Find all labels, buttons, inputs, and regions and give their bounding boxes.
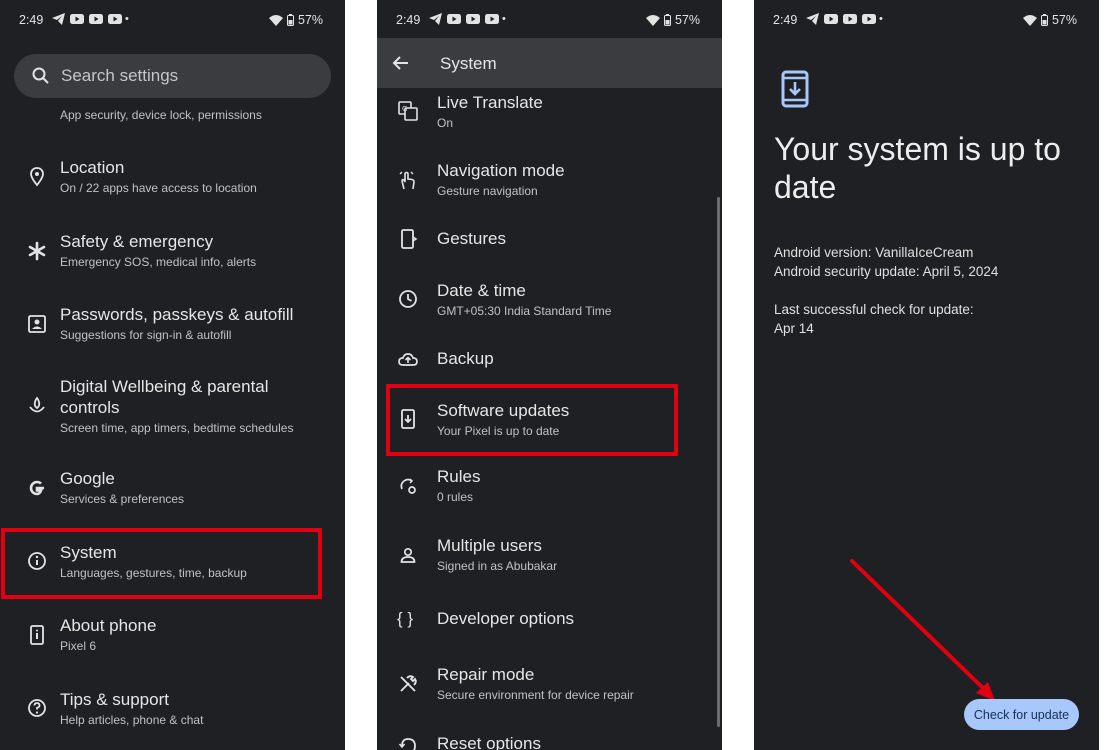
item-title: Rules <box>437 467 481 486</box>
gesture-hand-icon <box>399 171 415 190</box>
item-title: Live Translate <box>437 93 543 112</box>
app-bar: System <box>377 38 722 88</box>
item-title: Tips & support <box>60 690 169 709</box>
search-icon <box>32 67 49 84</box>
status-right: 57% <box>268 13 323 27</box>
item-subtitle: On / 22 apps have access to location <box>60 181 257 195</box>
asterisk-icon <box>28 241 46 261</box>
item-subtitle: Suggestions for sign-in & autofill <box>60 328 232 342</box>
item-subtitle: Secure environment for device repair <box>437 688 634 702</box>
item-subtitle: Emergency SOS, medical info, alerts <box>60 255 257 269</box>
software-update-screen: 2:49 • 57% Your system is up to date And… <box>754 0 1099 750</box>
scrollbar[interactable] <box>717 197 720 727</box>
search-placeholder: Search settings <box>61 66 179 85</box>
battery-percent: 57% <box>297 13 323 27</box>
item-subtitle: Screen time, app timers, bedtime schedul… <box>60 421 294 435</box>
youtube-icon <box>485 14 499 24</box>
item-subtitle: On <box>437 116 454 130</box>
svg-text:G: G <box>402 105 407 113</box>
item-subtitle: Pixel 6 <box>60 639 97 653</box>
item-subtitle: Services & preferences <box>60 492 185 506</box>
status-time: 2:49 <box>19 13 44 27</box>
cloud-upload-icon <box>398 353 418 366</box>
item-title-line2: controls <box>60 398 120 417</box>
wifi-icon <box>268 14 283 26</box>
history-icon <box>398 738 416 750</box>
phone-gesture-icon <box>401 229 418 249</box>
clock-icon <box>399 290 417 308</box>
location-pin-icon <box>30 167 44 187</box>
item-title: About phone <box>60 616 157 635</box>
page-title: System <box>440 54 497 73</box>
code-braces-icon: { } <box>397 609 414 628</box>
telegram-icon <box>429 13 442 25</box>
person-icon <box>400 547 416 563</box>
item-title: Date & time <box>437 281 526 300</box>
telegram-icon <box>52 13 65 25</box>
red-arrow-annotation <box>850 559 995 701</box>
item-title: Repair mode <box>437 665 535 684</box>
battery-percent: 57% <box>674 13 700 27</box>
check-for-update-button[interactable]: Check for update <box>964 699 1079 730</box>
youtube-icon <box>108 14 122 24</box>
youtube-icon <box>447 14 461 24</box>
youtube-icon <box>466 14 480 24</box>
item-title: Location <box>60 158 125 177</box>
more-notifications-dot: • <box>502 13 506 25</box>
battery-icon <box>286 14 294 26</box>
notification-icons <box>429 13 499 25</box>
battery-icon <box>663 14 671 26</box>
item-title: Digital Wellbeing & parental <box>60 377 269 396</box>
item-subtitle: 0 rules <box>437 490 474 504</box>
wifi-icon <box>645 14 660 26</box>
highlight-box-system <box>1 528 322 599</box>
item-subtitle: GMT+05:30 India Standard Time <box>437 304 612 318</box>
back-arrow-icon[interactable] <box>392 54 410 72</box>
status-bar: 2:49 • 57% <box>377 0 722 38</box>
wellbeing-icon <box>29 396 45 413</box>
youtube-icon <box>70 14 84 24</box>
item-title: Google <box>60 469 115 488</box>
item-title: Safety & emergency <box>60 232 214 251</box>
item-title: Developer options <box>437 609 575 628</box>
youtube-icon <box>89 14 103 24</box>
item-subtitle: Help articles, phone & chat <box>60 713 204 727</box>
system-settings-screen: 2:49 • 57% System G Live Translate On Na… <box>377 0 722 750</box>
translate-icon: G <box>398 101 418 121</box>
item-subtitle: App security, device lock, permissions <box>60 108 262 122</box>
item-subtitle: Gesture navigation <box>437 184 538 198</box>
status-right: 57% <box>645 13 700 27</box>
item-title: Gestures <box>437 229 506 248</box>
item-title: Navigation mode <box>437 161 565 180</box>
notification-icons <box>52 13 122 25</box>
highlight-box-software-updates <box>386 384 678 456</box>
settings-main-screen: 2:49 • 57% Search settings App security,… <box>0 0 345 750</box>
item-title: Passwords, passkeys & autofill <box>60 305 294 324</box>
item-subtitle: Signed in as Abubakar <box>437 559 558 573</box>
tools-icon <box>400 675 417 692</box>
help-icon <box>28 699 46 717</box>
status-bar: 2:49 • 57% <box>0 0 345 38</box>
account-box-icon <box>28 315 46 333</box>
search-settings-bar[interactable]: Search settings <box>14 54 331 98</box>
rules-icon <box>400 478 416 494</box>
more-notifications-dot: • <box>125 13 129 25</box>
status-time: 2:49 <box>396 13 421 27</box>
item-title: Multiple users <box>437 536 542 555</box>
item-title: Backup <box>437 349 494 368</box>
item-title: Reset options <box>437 734 541 750</box>
google-g-icon <box>29 480 44 496</box>
phone-info-icon <box>30 625 44 645</box>
